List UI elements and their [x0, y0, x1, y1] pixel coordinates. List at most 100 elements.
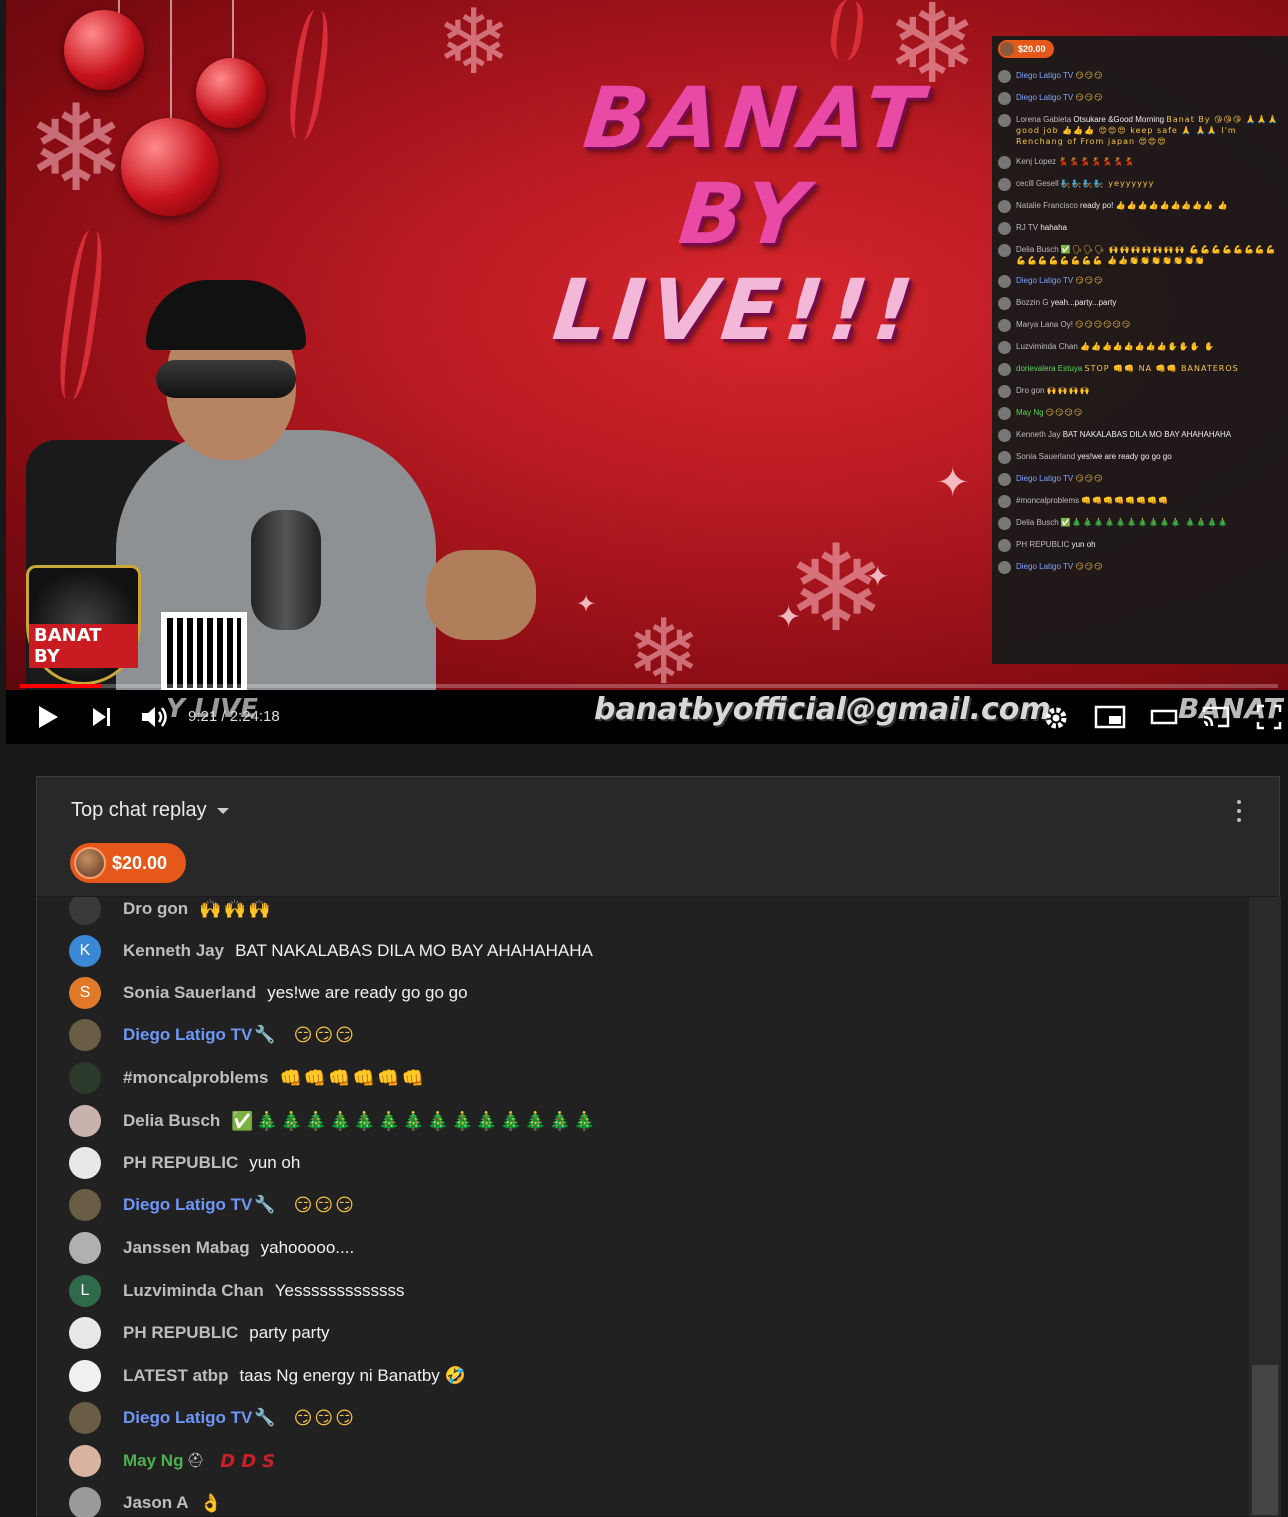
author-avatar[interactable] [69, 1105, 101, 1137]
author-name[interactable]: Sonia Sauerland [123, 983, 256, 1003]
chat-message[interactable]: May Ng ⛑ DDS [69, 1445, 281, 1477]
gear-icon [1045, 707, 1067, 729]
chat-message[interactable]: Delia Busch ✅🎄🎄🎄🎄🎄🎄🎄🎄🎄🎄🎄🎄🎄🎄 [69, 1105, 598, 1137]
overlay-avatar [998, 429, 1011, 442]
overlay-chat-row: Delia Busch ✅🗣🗣🗣 🙌🙌🙌🙌🙌🙌🙌 💪💪💪💪💪💪💪💪💪💪💪💪💪💪💪… [998, 244, 1282, 266]
overlay-text: ready po! [1080, 201, 1114, 210]
author-avatar[interactable] [69, 1232, 101, 1264]
play-button[interactable] [36, 704, 60, 735]
chat-message[interactable]: PH REPUBLIC yun oh [69, 1147, 300, 1179]
chat-message[interactable]: Diego Latigo TV 🔧 😏😏😏 [69, 1402, 356, 1434]
author-name[interactable]: Jason A [123, 1493, 189, 1513]
message-emotes: 👊👊👊👊👊👊 [279, 1067, 426, 1089]
author-avatar[interactable] [69, 1189, 101, 1221]
chat-title: Top chat replay [71, 799, 207, 821]
author-name[interactable]: Janssen Mabag [123, 1238, 250, 1258]
overlay-emotes: 👊👊👊👊👊👊👊👊 [1081, 496, 1170, 505]
overlay-avatar [998, 114, 1011, 127]
chat-message[interactable]: LATEST atbp taas Ng energy ni Banatby 🤣 [69, 1360, 466, 1392]
overlay-emotes: 🧞🧞🧞🧞 yeyyyyyy [1060, 179, 1155, 188]
chat-scrollbar-thumb[interactable] [1252, 1365, 1278, 1515]
author-name[interactable]: Luzviminda Chan [123, 1281, 264, 1301]
next-button[interactable] [90, 704, 114, 735]
video-player[interactable]: ❄ ❄ ❄ ❄ ❄ ✦ ✦ ✦ ✦ BANAT BY LIVE!!! BANAT… [6, 0, 1288, 744]
more-vert-icon [1237, 799, 1241, 804]
overlay-author: Delia Busch [1016, 245, 1059, 254]
author-name[interactable]: Diego Latigo TV [123, 1025, 252, 1045]
overlay-author: RJ TV [1016, 223, 1039, 232]
snowflake-icon: ❄ [26, 80, 127, 219]
author-name[interactable]: PH REPUBLIC [123, 1323, 238, 1343]
author-avatar[interactable] [69, 1402, 101, 1434]
skip-next-icon [93, 708, 110, 726]
cast-icon [1202, 706, 1230, 728]
author-name[interactable]: Diego Latigo TV [123, 1195, 252, 1215]
ornament-ball [121, 118, 219, 216]
chat-message[interactable]: Dro gon 🙌🙌🙌 [69, 897, 272, 925]
banner-line-2: LIVE!!! [548, 261, 924, 359]
sparkle-icon: ✦ [776, 600, 802, 635]
author-avatar[interactable] [69, 1445, 101, 1477]
author-name[interactable]: Dro gon [123, 899, 188, 919]
video-frame[interactable]: ❄ ❄ ❄ ❄ ❄ ✦ ✦ ✦ ✦ BANAT BY LIVE!!! BANAT… [6, 0, 1288, 690]
author-avatar[interactable] [69, 897, 101, 925]
overlay-author: Diego Latigo TV [1016, 474, 1074, 483]
miniplayer-button[interactable] [1094, 704, 1126, 735]
overlay-author: May Ng [1016, 408, 1044, 417]
author-name[interactable]: May Ng [123, 1451, 183, 1471]
author-avatar[interactable] [69, 1360, 101, 1392]
chat-message[interactable]: L Luzviminda Chan Yesssssssssssss [69, 1275, 404, 1307]
message-text: taas Ng energy ni Banatby 🤣 [239, 1366, 466, 1385]
author-name[interactable]: Delia Busch [123, 1111, 220, 1131]
chat-message[interactable]: S Sonia Sauerland yes!we are ready go go g… [69, 977, 468, 1009]
overlay-avatar [998, 451, 1011, 464]
chat-message[interactable]: Diego Latigo TV 🔧 😏😏😏 [69, 1019, 356, 1051]
theater-mode-button[interactable] [1150, 704, 1178, 735]
author-name[interactable]: #moncalproblems [123, 1068, 269, 1088]
author-avatar[interactable]: K [69, 935, 101, 967]
theater-mode-icon [1150, 709, 1178, 725]
overlay-author: Marya Lana Oy! [1016, 320, 1073, 329]
chat-message-list[interactable]: Dro gon 🙌🙌🙌 K Kenneth Jay BAT NAKALABAS DILA… [37, 897, 1249, 1517]
fullscreen-button[interactable] [1256, 704, 1282, 735]
overlay-emotes: 😏😏😏😏😏😏 [1075, 320, 1132, 329]
superchat-ticker[interactable]: $20.00 [70, 843, 186, 883]
chat-message[interactable]: #moncalproblems 👊👊👊👊👊👊 [69, 1062, 426, 1094]
author-name[interactable]: PH REPUBLIC [123, 1153, 238, 1173]
author-name[interactable]: LATEST atbp [123, 1366, 228, 1386]
author-avatar[interactable] [69, 1062, 101, 1094]
overlay-chat-row: PH REPUBLIC yun oh [998, 539, 1282, 552]
author-avatar[interactable] [69, 1147, 101, 1179]
player-controls: Y LIVE banatbyofficial@gmail.com BANAT 9… [6, 690, 1288, 744]
chat-scrollbar[interactable] [1249, 897, 1281, 1517]
overlay-chat-row: Sonia Sauerland yes!we are ready go go g… [998, 451, 1282, 464]
message-text: yahooooo.... [260, 1238, 355, 1257]
chat-menu-button[interactable] [1229, 797, 1249, 825]
message-emotes: 👌 [199, 1492, 224, 1514]
overlay-text: hahaha [1040, 223, 1068, 232]
author-avatar[interactable]: L [69, 1275, 101, 1307]
author-name[interactable]: Kenneth Jay [123, 941, 224, 961]
sparkle-icon: ✦ [936, 460, 970, 506]
video-overlay-chat: $20.00 Diego Latigo TV 😏😏😏 Diego Latigo T… [992, 36, 1288, 664]
chat-message[interactable]: Diego Latigo TV 🔧 😏😏😏 [69, 1189, 356, 1221]
chat-message[interactable]: Janssen Mabag yahooooo.... [69, 1232, 354, 1264]
chat-message[interactable]: Jason A 👌 [69, 1487, 224, 1517]
overlay-avatar [998, 517, 1011, 530]
chat-message[interactable]: PH REPUBLIC party party [69, 1317, 330, 1349]
author-avatar[interactable] [69, 1317, 101, 1349]
author-avatar[interactable] [69, 1019, 101, 1051]
progress-bar-fill [20, 684, 102, 688]
chat-mode-dropdown[interactable]: Top chat replay [71, 799, 229, 822]
author-avatar[interactable] [69, 1487, 101, 1517]
overlay-chat-row: Bozzin G yeah...party...party [998, 297, 1282, 310]
progress-bar[interactable] [20, 684, 1278, 688]
author-name[interactable]: Diego Latigo TV [123, 1408, 252, 1428]
overlay-emotes: 😏😏😏 [1075, 93, 1104, 102]
chat-message[interactable]: K Kenneth Jay BAT NAKALABAS DILA MO BAY AH… [69, 935, 593, 967]
author-avatar[interactable]: S [69, 977, 101, 1009]
cast-button[interactable] [1200, 704, 1232, 735]
superchat-avatar [1000, 42, 1014, 56]
settings-button[interactable] [1042, 704, 1070, 737]
volume-button[interactable] [140, 704, 170, 735]
